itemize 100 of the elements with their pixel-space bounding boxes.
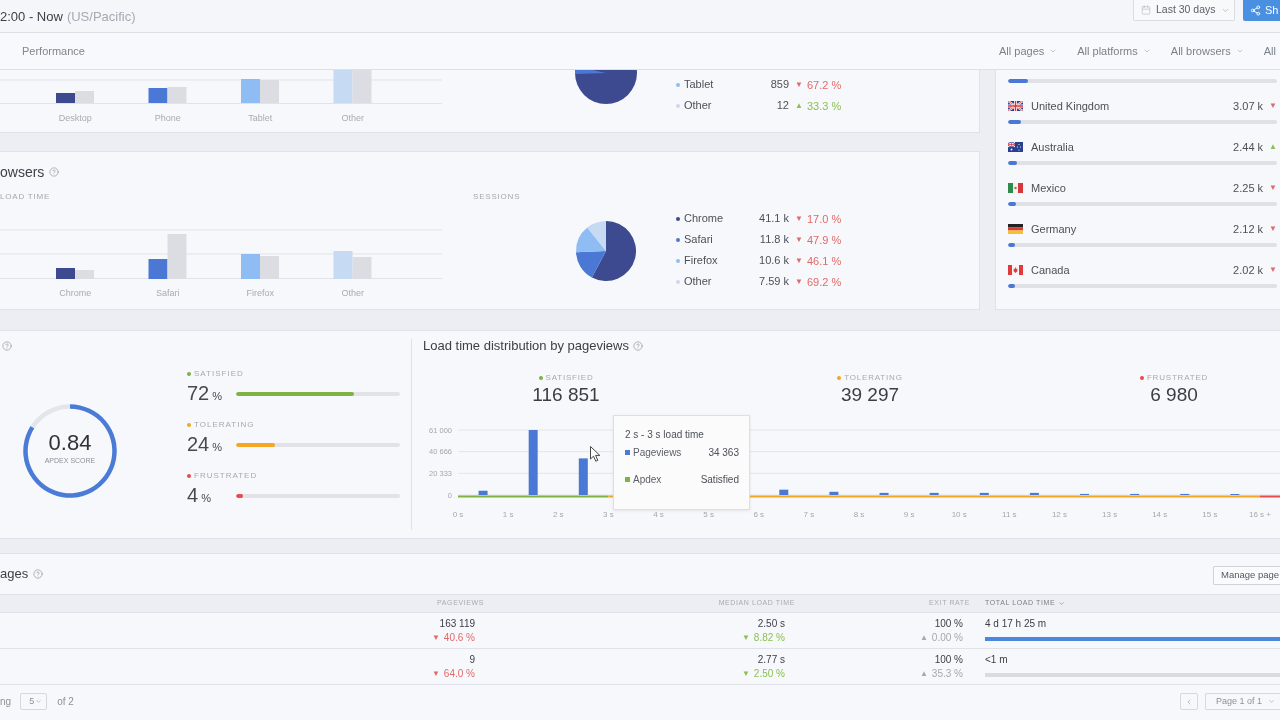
filter-dropdown[interactable]: All	[1263, 42, 1280, 60]
help-icon[interactable]	[49, 167, 60, 177]
axis-label: 15 s	[1202, 510, 1218, 519]
legend-value: 11.8 k	[758, 232, 789, 248]
caret-icon	[1268, 698, 1276, 705]
cell-value: 100 %	[934, 617, 963, 631]
axis-label: Desktop	[58, 112, 92, 125]
trend-arrow: ▲	[1269, 142, 1277, 152]
page-size-select[interactable]: 5	[20, 693, 48, 710]
filter-dropdown[interactable]: All pages	[999, 42, 1058, 60]
trend-arrow: ▲	[795, 100, 803, 111]
chart-label: LOAD TIME	[0, 192, 51, 202]
axis-label: 0 s	[452, 510, 464, 519]
axis-label: 16 s +	[1248, 510, 1271, 519]
trend-arrow: ▼	[795, 255, 803, 266]
trend-arrow: ▼	[431, 633, 440, 643]
pagination-text: ng	[0, 695, 12, 709]
cell-value: 100 %	[934, 653, 963, 667]
section-title: ages	[0, 565, 29, 584]
axis-label: Other	[341, 112, 364, 125]
caret-icon	[1235, 47, 1244, 55]
trend-arrow: ▼	[741, 669, 750, 679]
tooltip-title: 2 s - 3 s load time	[625, 428, 704, 442]
filter-dropdown[interactable]: All browsers	[1170, 42, 1244, 60]
axis-label: Firefox	[246, 287, 274, 300]
bar	[578, 458, 588, 495]
change-value: 2.50 %	[753, 667, 785, 681]
country-value: 2.02 k	[1233, 262, 1264, 278]
manage-pages-button[interactable]: Manage page	[1213, 566, 1280, 585]
help-icon[interactable]	[2, 341, 12, 351]
section-tab[interactable]: Performance	[22, 42, 85, 60]
change-value: 46.1 %	[806, 253, 842, 268]
trend-arrow: ▼	[1269, 183, 1277, 193]
flag-icon	[1008, 101, 1023, 111]
trend-arrow: ▼	[1269, 224, 1277, 234]
change-value: 69.2 %	[806, 274, 842, 289]
trend-arrow: ▼	[795, 276, 803, 287]
legend-value: 10.6 k	[758, 253, 789, 269]
previous-page-button[interactable]	[1180, 693, 1198, 710]
axis-label: 10 s	[951, 510, 967, 519]
cursor-icon	[590, 446, 601, 462]
trend-arrow: ▼	[1269, 101, 1277, 111]
axis-label: 9 s	[903, 510, 915, 519]
stat-label: TOLERATING	[844, 373, 903, 383]
axis-label: Safari	[156, 287, 180, 300]
change-value: 35.3 %	[931, 667, 963, 681]
filter-dropdown[interactable]: All platforms	[1077, 42, 1151, 60]
legend-label: Tablet	[684, 77, 715, 93]
share-button[interactable]: Sh	[1243, 0, 1280, 21]
unit-label: %	[201, 491, 211, 507]
page-select[interactable]: Page 1 of 1	[1205, 693, 1280, 710]
bar	[929, 492, 939, 495]
tooltip-label: Apdex	[633, 472, 662, 487]
change-value: 40.6 %	[443, 631, 475, 645]
cell-value: 4 d 17 h 25 m	[985, 617, 1047, 631]
bar	[478, 490, 488, 495]
flag-icon	[1008, 224, 1023, 234]
axis-label: 5 s	[703, 510, 714, 519]
chevron-left-icon	[1185, 697, 1193, 706]
legend-value: 859	[769, 77, 789, 93]
tooltip-value: 34 363	[708, 445, 739, 460]
country-value: 2.44 k	[1233, 139, 1264, 155]
legend-value: 12	[775, 98, 789, 114]
flag-icon	[1008, 142, 1023, 152]
tooltip-value: Satisfied	[700, 472, 739, 487]
unit-label: %	[212, 440, 223, 456]
flag-icon	[1008, 183, 1023, 193]
flag-icon	[1008, 265, 1023, 275]
bar	[879, 492, 889, 495]
percent-value: 4	[187, 485, 199, 506]
axis-label: Other	[341, 287, 364, 300]
group-label: SATISFIED	[194, 369, 244, 379]
help-icon[interactable]	[33, 569, 44, 579]
cell-value: 9	[469, 653, 475, 667]
axis-label: 14 s	[1152, 510, 1168, 519]
change-value: 64.0 %	[443, 667, 475, 681]
change-value: 8.82 %	[753, 631, 785, 645]
axis-label: Tablet	[248, 112, 273, 125]
timezone-text: (US/Pacific)	[66, 9, 136, 25]
stat-value: 39 297	[840, 383, 900, 407]
calendar-icon	[1141, 5, 1151, 15]
date-range-dropdown[interactable]: Last 30 days	[1133, 0, 1235, 21]
change-value: 17.0 %	[806, 211, 842, 226]
help-icon[interactable]	[632, 341, 643, 351]
axis-label: 4 s	[653, 510, 664, 519]
axis-label: 13 s	[1102, 510, 1118, 519]
country-name: United Kingdom	[1031, 98, 1110, 114]
axis-label: 8 s	[853, 510, 865, 519]
legend-value: 7.59 k	[758, 274, 789, 290]
share-icon	[1250, 5, 1261, 16]
caret-icon	[1142, 47, 1151, 55]
country-value: 2.25 k	[1233, 180, 1264, 196]
chart-label: SESSIONS	[473, 192, 521, 202]
cell-value: <1 m	[985, 653, 1008, 667]
axis-label: 11 s	[1002, 510, 1017, 519]
percent-value: 24	[187, 434, 210, 455]
legend-label: Other	[684, 98, 713, 114]
stat-label: FRUSTRATED	[1146, 373, 1209, 383]
bar	[979, 492, 989, 495]
trend-arrow: ▼	[1269, 265, 1277, 275]
